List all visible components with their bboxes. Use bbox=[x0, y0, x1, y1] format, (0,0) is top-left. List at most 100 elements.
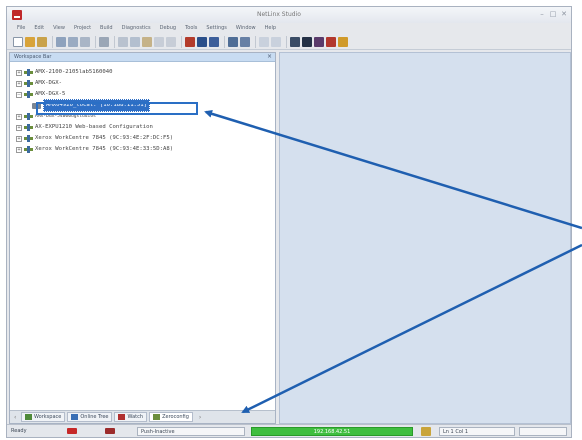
workspace-tabs: ‹ Workspace Online Tree Watch Zeroconfig… bbox=[10, 410, 275, 423]
tree-node[interactable]: + AMX-2100-2105lab5160040 bbox=[16, 67, 173, 78]
toolbar-divider bbox=[114, 35, 115, 48]
open-folder-icon[interactable] bbox=[25, 36, 35, 47]
tree-node-label: AMX-2100-2105lab5160040 bbox=[35, 69, 113, 75]
paste-icon[interactable] bbox=[142, 36, 152, 47]
toolbar-divider bbox=[181, 35, 182, 48]
save-all-icon[interactable] bbox=[68, 36, 78, 47]
status-extra bbox=[519, 427, 567, 436]
minimize-button[interactable]: – bbox=[537, 10, 547, 18]
network-icon bbox=[24, 135, 33, 142]
tree-node[interactable]: + Xerox WorkCentre 7845 (9C:93:4E:33:5D:… bbox=[16, 144, 173, 155]
menu-debug[interactable]: Debug bbox=[160, 23, 176, 34]
expand-icon[interactable]: + bbox=[16, 146, 22, 153]
expand-icon[interactable]: + bbox=[16, 113, 22, 120]
compile-icon[interactable] bbox=[185, 36, 195, 47]
record-status bbox=[67, 427, 89, 436]
close-button[interactable]: ✕ bbox=[559, 10, 569, 18]
zeroconfig-icon bbox=[153, 414, 161, 420]
outdent-icon[interactable] bbox=[271, 36, 281, 47]
network-icon bbox=[24, 69, 33, 76]
tab-scroll-left-icon[interactable]: ‹ bbox=[14, 414, 21, 421]
title-bar: NetLinx Studio – □ ✕ bbox=[7, 7, 571, 23]
tree-node-label: Xerox WorkCentre 7845 (9C:93:4E:2F:DC:F5… bbox=[35, 135, 174, 141]
menu-build[interactable]: Build bbox=[100, 23, 113, 34]
indent-icon[interactable] bbox=[259, 36, 269, 47]
toolbar-divider bbox=[224, 35, 225, 48]
record-icon bbox=[67, 427, 77, 434]
connection-icon bbox=[421, 427, 431, 436]
redo-icon[interactable] bbox=[166, 36, 176, 47]
save-icon[interactable] bbox=[56, 36, 66, 47]
tab-watch[interactable]: Watch bbox=[114, 412, 148, 422]
tree-node-label: AX-EXPU1210 Web-based Configuration bbox=[35, 124, 153, 130]
find-in-files-icon[interactable] bbox=[240, 36, 250, 47]
copy-icon[interactable] bbox=[130, 36, 140, 47]
workspace-bar-header: Workspace Bar × bbox=[10, 53, 275, 62]
filter-icon bbox=[105, 427, 115, 434]
menu-view[interactable]: View bbox=[53, 23, 65, 34]
cut-icon[interactable] bbox=[118, 36, 128, 47]
network-icon bbox=[24, 91, 33, 98]
toolbar-divider bbox=[286, 35, 287, 48]
network-icon bbox=[24, 146, 33, 153]
expand-icon[interactable]: + bbox=[16, 69, 22, 76]
expand-icon[interactable]: + bbox=[16, 124, 22, 131]
open-workspace-icon[interactable] bbox=[37, 36, 47, 47]
status-mode: Push-Inactive bbox=[137, 427, 245, 436]
menu-diagnostics[interactable]: Diagnostics bbox=[122, 23, 151, 34]
toolbar-divider bbox=[255, 35, 256, 48]
watch-icon bbox=[118, 414, 126, 420]
network-icon bbox=[24, 113, 33, 120]
workspace-bar-title: Workspace Bar bbox=[14, 54, 52, 60]
workspace-icon bbox=[25, 414, 32, 420]
tree-node-label: Xerox WorkCentre 7845 (9C:93:4E:33:5D:A8… bbox=[35, 146, 174, 152]
tab-label: Watch bbox=[127, 414, 144, 420]
tree-node-label: AMX-DGX- bbox=[35, 80, 62, 86]
tab-online-tree[interactable]: Online Tree bbox=[67, 412, 113, 422]
online-tree-icon bbox=[71, 414, 79, 420]
file-transfer-icon[interactable] bbox=[302, 36, 312, 47]
toolbar-divider bbox=[95, 35, 96, 48]
menu-edit[interactable]: Edit bbox=[34, 23, 44, 34]
network-icon bbox=[24, 80, 33, 87]
tab-scroll-right-icon[interactable]: › bbox=[199, 414, 206, 421]
expand-icon[interactable]: + bbox=[16, 80, 22, 87]
tree-node[interactable]: + Xerox WorkCentre 7845 (9C:93:4E:2F:DC:… bbox=[16, 133, 173, 144]
workspace-close-icon[interactable]: × bbox=[267, 53, 272, 60]
menu-file[interactable]: File bbox=[17, 23, 25, 34]
build-all-icon[interactable] bbox=[209, 36, 219, 47]
status-bar: Ready Push-Inactive 192.168.42.51 Ln 1 C… bbox=[7, 424, 571, 437]
menu-window[interactable]: Window bbox=[236, 23, 256, 34]
build-active-icon[interactable] bbox=[197, 36, 207, 47]
selected-device-highlight bbox=[36, 102, 198, 115]
status-position: Ln 1 Col 1 bbox=[439, 427, 515, 436]
app-window: NetLinx Studio – □ ✕ File Edit View Proj… bbox=[6, 6, 572, 438]
editor-area bbox=[279, 52, 571, 424]
binoculars-find-icon[interactable] bbox=[228, 36, 238, 47]
tab-label: Online Tree bbox=[80, 414, 109, 420]
send-to-device-icon[interactable] bbox=[290, 36, 300, 47]
notifications-icon[interactable] bbox=[314, 36, 324, 47]
menu-project[interactable]: Project bbox=[74, 23, 91, 34]
menu-help[interactable]: Help bbox=[265, 23, 276, 34]
tree-node[interactable]: + AMX-DGX- bbox=[16, 78, 173, 89]
collapse-icon[interactable]: – bbox=[16, 91, 22, 98]
menu-settings[interactable]: Settings bbox=[206, 23, 227, 34]
menu-tools[interactable]: Tools bbox=[185, 23, 197, 34]
filter-status bbox=[105, 427, 127, 436]
status-ready: Ready bbox=[11, 428, 27, 434]
print-icon[interactable] bbox=[99, 36, 109, 47]
key-icon[interactable] bbox=[338, 36, 348, 47]
status-ip: 192.168.42.51 bbox=[251, 427, 413, 436]
save-workspace-icon[interactable] bbox=[80, 36, 90, 47]
tree-node[interactable]: + AX-EXPU1210 Web-based Configuration bbox=[16, 122, 173, 133]
emulate-device-icon[interactable] bbox=[326, 36, 336, 47]
undo-icon[interactable] bbox=[154, 36, 164, 47]
tab-workspace[interactable]: Workspace bbox=[21, 412, 66, 422]
expand-icon[interactable]: + bbox=[16, 135, 22, 142]
new-file-icon[interactable] bbox=[13, 36, 23, 47]
tab-zeroconfig[interactable]: Zeroconfig bbox=[149, 412, 193, 422]
tab-label: Workspace bbox=[34, 414, 62, 420]
menu-bar: File Edit View Project Build Diagnostics… bbox=[7, 23, 571, 34]
maximize-button[interactable]: □ bbox=[548, 10, 558, 18]
